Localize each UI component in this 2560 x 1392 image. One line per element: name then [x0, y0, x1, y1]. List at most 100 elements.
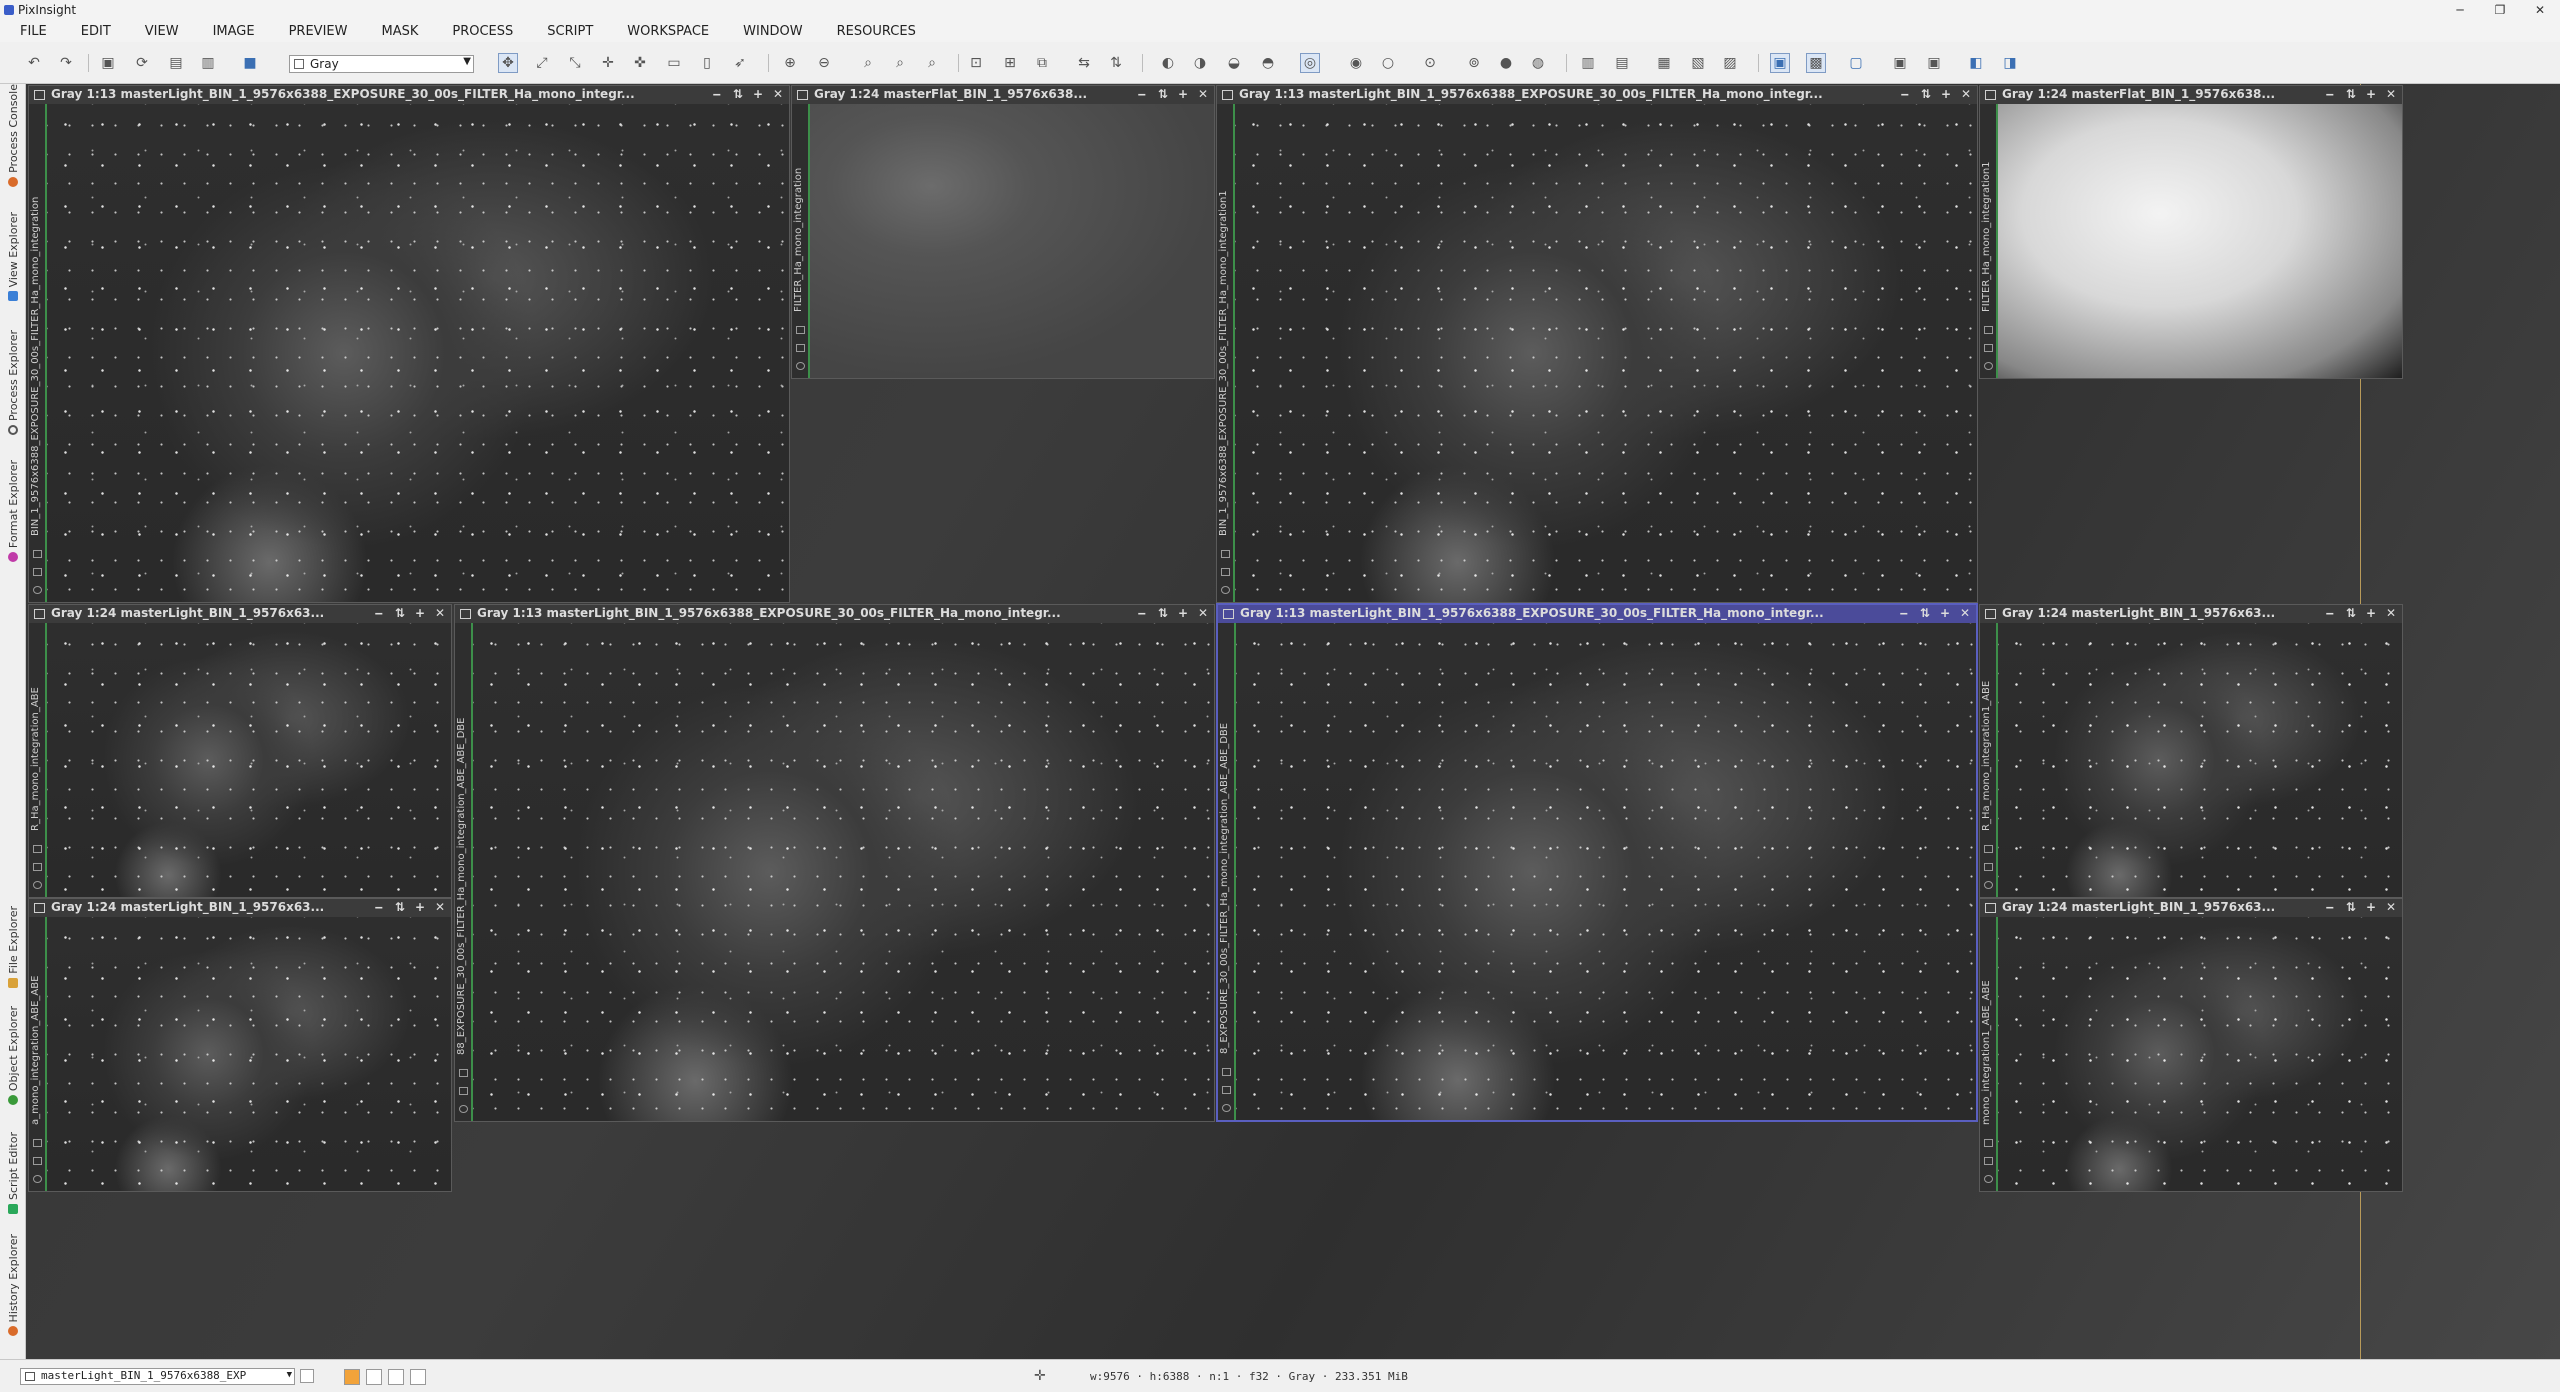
image-window[interactable]: Gray 1:13 masterLight_BIN_1_9576x6388_EX…	[1216, 85, 1978, 603]
image-window-titlebar[interactable]: Gray 1:24 masterLight_BIN_1_9576x63... ‒…	[29, 899, 451, 917]
tile-horizontal-icon[interactable]: ▥	[1578, 53, 1598, 73]
maximize-icon[interactable]: +	[415, 900, 425, 914]
maximize-vertical-icon[interactable]: ⇅	[1158, 87, 1168, 101]
view-id-tab[interactable]: 88_EXPOSURE_30_00s_FILTER_Ha_mono_integr…	[455, 623, 473, 1121]
image-canvas[interactable]	[1235, 104, 1977, 602]
image-window[interactable]: Gray 1:24 masterFlat_BIN_1_9576x638... ‒…	[791, 85, 1215, 379]
image-canvas[interactable]	[473, 623, 1214, 1121]
menu-edit[interactable]: EDIT	[60, 24, 124, 39]
fit-window-icon[interactable]: ⊡	[966, 53, 986, 73]
minimize-all-icon[interactable]: ▨	[1720, 53, 1740, 73]
new-instance-icon[interactable]: ⊚	[1464, 53, 1484, 73]
menu-resources[interactable]: RESOURCES	[816, 24, 929, 39]
maximize-icon[interactable]: +	[2366, 900, 2376, 914]
mask-remove-icon[interactable]: ◓	[1258, 53, 1278, 73]
view-selector[interactable]: masterLight_BIN_1_9576x6388_EXP ▼	[20, 1368, 295, 1385]
color-swatch-2[interactable]	[366, 1369, 382, 1385]
sidebar-tab-object-explorer[interactable]: Object Explorer	[0, 1006, 26, 1106]
stf-link-icon[interactable]: ◎	[1300, 53, 1320, 73]
maximize-vertical-icon[interactable]: ⇅	[2346, 900, 2356, 914]
mask-invert-icon[interactable]: ◒	[1224, 53, 1244, 73]
color-swatch-4[interactable]	[410, 1369, 426, 1385]
view-id-tab[interactable]: BIN_1_9576x6388_EXPOSURE_30_00s_FILTER_H…	[29, 104, 47, 602]
workspace-next-icon[interactable]: ◨	[2000, 53, 2020, 73]
arrange-icon[interactable]: ▧	[1688, 53, 1708, 73]
pointer-icon[interactable]: ➶	[730, 53, 750, 73]
vertical-mirror-icon[interactable]: ⇅	[1106, 53, 1126, 73]
redo-icon[interactable]: ↷	[56, 53, 76, 73]
image-canvas[interactable]	[810, 104, 1214, 378]
maximize-vertical-icon[interactable]: ⇅	[2346, 606, 2356, 620]
image-window[interactable]: Gray 1:24 masterLight_BIN_1_9576x63... ‒…	[28, 898, 452, 1192]
shade-icon[interactable]: ‒	[375, 606, 383, 620]
maximize-icon[interactable]: +	[753, 87, 763, 101]
maximize-icon[interactable]: +	[2366, 606, 2376, 620]
color-mode-select[interactable]: Gray ▼	[289, 55, 474, 73]
sidebar-tab-process-explorer[interactable]: Process Explorer	[0, 330, 26, 436]
maximize-icon[interactable]: +	[1178, 606, 1188, 620]
view-id-tab[interactable]: mono_integration1_ABE_ABE	[1980, 917, 1998, 1191]
apply-icon[interactable]: ●	[1496, 53, 1516, 73]
menu-view[interactable]: VIEW	[124, 24, 192, 39]
preview-new-icon[interactable]: ▣	[1890, 53, 1910, 73]
close-icon[interactable]: ✕	[1198, 87, 1208, 101]
sidebar-tab-script-editor[interactable]: Script Editor	[0, 1132, 26, 1214]
zoom-reset-icon[interactable]: ⌕	[922, 53, 942, 73]
view-id-tab[interactable]: a_mono_integration_ABE_ABE	[29, 917, 47, 1191]
close-button[interactable]: ✕	[2520, 0, 2560, 20]
screen-icon[interactable]: ▢	[1846, 53, 1866, 73]
menu-file[interactable]: FILE	[0, 24, 60, 39]
view-id-tab[interactable]: FILTER_Ha_mono_integration	[792, 104, 810, 378]
mask-enable-icon[interactable]: ◐	[1158, 53, 1178, 73]
menu-window[interactable]: WINDOW	[722, 24, 816, 39]
undo-icon[interactable]: ↶	[24, 53, 44, 73]
image-canvas[interactable]	[1998, 104, 2402, 378]
stf-reset-icon[interactable]: ○	[1378, 53, 1398, 73]
screen-transfer-icon[interactable]: ■	[240, 53, 260, 73]
image-window[interactable]: Gray 1:13 masterLight_BIN_1_9576x6388_EX…	[454, 604, 1215, 1122]
image-window-titlebar[interactable]: Gray 1:24 masterLight_BIN_1_9576x63... ‒…	[29, 605, 451, 623]
maximize-vertical-icon[interactable]: ⇅	[1921, 87, 1931, 101]
maximize-icon[interactable]: +	[1178, 87, 1188, 101]
maximize-icon[interactable]: +	[415, 606, 425, 620]
maximize-icon[interactable]: +	[2366, 87, 2376, 101]
image-window-titlebar[interactable]: Gray 1:13 masterLight_BIN_1_9576x6388_EX…	[1217, 86, 1977, 104]
maximize-vertical-icon[interactable]: ⇅	[2346, 87, 2356, 101]
shade-icon[interactable]: ‒	[713, 87, 721, 101]
shade-icon[interactable]: ‒	[375, 900, 383, 914]
image-canvas[interactable]	[47, 104, 789, 602]
sidebar-tab-history-explorer[interactable]: History Explorer	[0, 1234, 26, 1337]
zoom-out-icon[interactable]: ⊖	[814, 53, 834, 73]
image-canvas[interactable]	[1998, 623, 2402, 897]
image-window[interactable]: Gray 1:24 masterLight_BIN_1_9576x63... ‒…	[28, 604, 452, 898]
image-window-titlebar[interactable]: Gray 1:24 masterLight_BIN_1_9576x63... ‒…	[1980, 605, 2402, 623]
maximize-vertical-icon[interactable]: ⇅	[733, 87, 743, 101]
close-icon[interactable]: ✕	[435, 606, 445, 620]
apply-global-icon[interactable]: ◍	[1528, 53, 1548, 73]
workspace-prev-icon[interactable]: ◧	[1966, 53, 1986, 73]
close-icon[interactable]: ✕	[1960, 606, 1970, 620]
image-window[interactable]: Gray 1:24 masterLight_BIN_1_9576x63... ‒…	[1979, 604, 2403, 898]
close-icon[interactable]: ✕	[2386, 900, 2396, 914]
close-icon[interactable]: ✕	[773, 87, 783, 101]
view-id-tab[interactable]: FILTER_Ha_mono_integration1	[1980, 104, 1998, 378]
maximize-vertical-icon[interactable]: ⇅	[395, 606, 405, 620]
view-id-tab[interactable]: R_Ha_mono_integration_ABE	[29, 623, 47, 897]
image-canvas[interactable]	[47, 917, 451, 1191]
menu-preview[interactable]: PREVIEW	[268, 24, 361, 39]
view-id-tab[interactable]: 8_EXPOSURE_30_00s_FILTER_Ha_mono_integra…	[1218, 623, 1236, 1120]
zoom-1-1-icon[interactable]: ⌕	[858, 53, 878, 73]
maximize-vertical-icon[interactable]: ⇅	[395, 900, 405, 914]
cascade-icon[interactable]: ▦	[1654, 53, 1674, 73]
center-view-icon[interactable]: ✛	[598, 53, 618, 73]
move-tool-icon[interactable]: ✥	[498, 53, 518, 73]
menu-workspace[interactable]: WORKSPACE	[606, 24, 722, 39]
shade-icon[interactable]: ‒	[1138, 606, 1146, 620]
view-toggle-button[interactable]	[300, 1369, 314, 1383]
menu-image[interactable]: IMAGE	[192, 24, 268, 39]
image-window-titlebar[interactable]: Gray 1:13 masterLight_BIN_1_9576x6388_EX…	[1218, 605, 1976, 623]
sidebar-tab-process-console[interactable]: Process Console	[0, 84, 26, 187]
image-window-titlebar[interactable]: Gray 1:24 masterFlat_BIN_1_9576x638... ‒…	[1980, 86, 2402, 104]
image-window-titlebar[interactable]: Gray 1:13 masterLight_BIN_1_9576x6388_EX…	[29, 86, 789, 104]
readout-icon[interactable]: ▭	[664, 53, 684, 73]
